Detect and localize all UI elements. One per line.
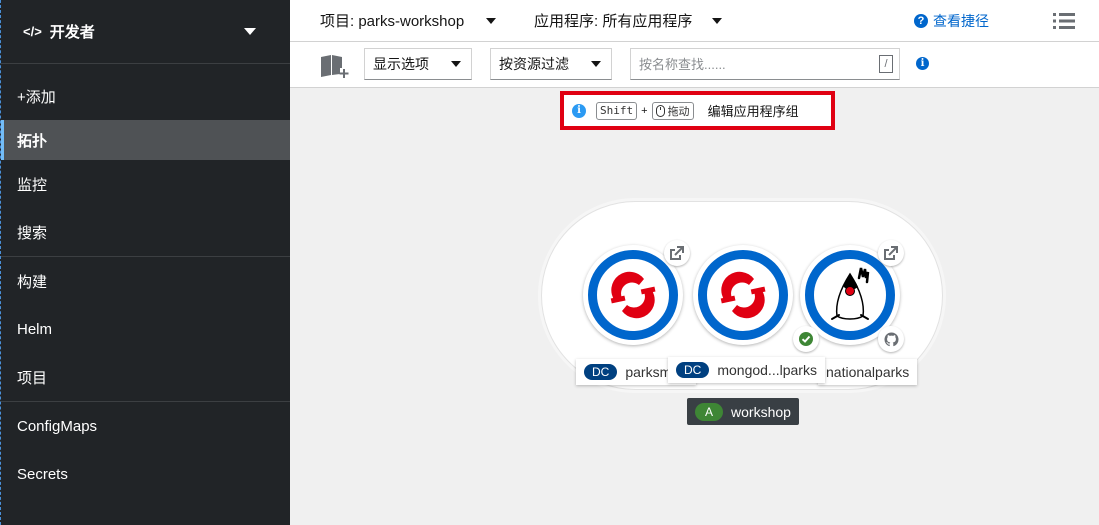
application-group-label[interactable]: A workshop <box>687 398 799 425</box>
slash-key-hint: / <box>879 55 893 73</box>
nav-item-configmaps[interactable]: ConfigMaps <box>1 402 290 450</box>
drag-key: 拖动 <box>651 101 694 120</box>
plus-sign: + <box>641 104 648 117</box>
node-label-mongodb[interactable]: DC mongod...lparks <box>668 357 825 383</box>
open-url-decorator[interactable] <box>664 240 690 266</box>
external-link-icon <box>670 246 684 260</box>
nav-item-monitoring[interactable]: 监控 <box>1 160 290 208</box>
view-shortcuts-link[interactable]: ? 查看捷径 <box>914 11 989 31</box>
project-selector[interactable]: 项目: parks-workshop <box>320 10 497 31</box>
java-duke-icon <box>831 267 870 320</box>
node-name: nationalparks <box>826 364 910 380</box>
quick-search-book-icon[interactable] <box>320 53 350 79</box>
github-icon <box>883 331 899 346</box>
caret-down-icon <box>591 61 601 67</box>
list-view-icon[interactable] <box>1053 12 1075 30</box>
application-selector[interactable]: 应用程序: 所有应用程序 <box>534 10 723 31</box>
mouse-icon <box>655 104 665 117</box>
node-label-nationalparks[interactable]: nationalparks <box>818 359 918 385</box>
nav-item-secrets[interactable]: Secrets <box>1 450 290 498</box>
openshift-logo-icon <box>610 271 656 319</box>
nav-item-search[interactable]: 搜索 <box>1 208 290 256</box>
shift-key: Shift <box>596 101 638 120</box>
info-icon[interactable]: i <box>916 57 929 70</box>
nav-item-helm[interactable]: Helm <box>1 305 290 353</box>
source-code-decorator[interactable] <box>878 326 904 352</box>
search-field: / <box>630 48 900 80</box>
display-options-dropdown[interactable]: 显示选项 <box>364 48 472 80</box>
topology-toolbar: 显示选项 按资源过滤 / i <box>290 42 1099 88</box>
nav-item-add[interactable]: +添加 <box>1 72 290 120</box>
resource-badge: DC <box>676 362 710 378</box>
code-icon: </> <box>23 24 42 39</box>
openshift-logo-icon <box>720 271 766 319</box>
nav-item-project[interactable]: 项目 <box>1 353 290 401</box>
info-icon: i <box>572 103 586 118</box>
external-link-icon <box>884 246 898 260</box>
perspective-label: 开发者 <box>49 24 95 41</box>
application-name: workshop <box>731 403 791 420</box>
hint-text: 编辑应用程序组 <box>707 104 799 119</box>
edit-application-group-hint: i Shift + 拖动 编辑应用程序组 <box>560 91 835 130</box>
search-input[interactable] <box>639 56 879 72</box>
caret-down-icon <box>451 61 461 67</box>
filter-by-resource-dropdown[interactable]: 按资源过滤 <box>490 48 612 80</box>
caret-down-icon <box>486 17 497 24</box>
node-name: mongod...lparks <box>717 362 817 378</box>
caret-down-icon <box>244 28 256 35</box>
build-status-decorator[interactable] <box>793 326 819 352</box>
application-badge: A <box>695 402 724 421</box>
perspective-switcher[interactable]: </> 开发者 <box>1 0 290 64</box>
sidebar: </> 开发者 +添加 拓扑 监控 搜索 构建 Helm 项目 ConfigMa… <box>0 0 290 525</box>
help-icon: ? <box>914 13 928 28</box>
top-bar: 项目: parks-workshop 应用程序: 所有应用程序 ? 查看捷径 <box>290 0 1099 42</box>
open-url-decorator[interactable] <box>878 240 904 266</box>
resource-badge: DC <box>584 364 618 380</box>
topology-node-mongodb[interactable] <box>693 245 793 345</box>
nav-item-topology[interactable]: 拓扑 <box>1 120 290 160</box>
caret-down-icon <box>712 17 723 24</box>
check-circle-icon <box>799 332 813 346</box>
nav-item-builds[interactable]: 构建 <box>1 257 290 305</box>
